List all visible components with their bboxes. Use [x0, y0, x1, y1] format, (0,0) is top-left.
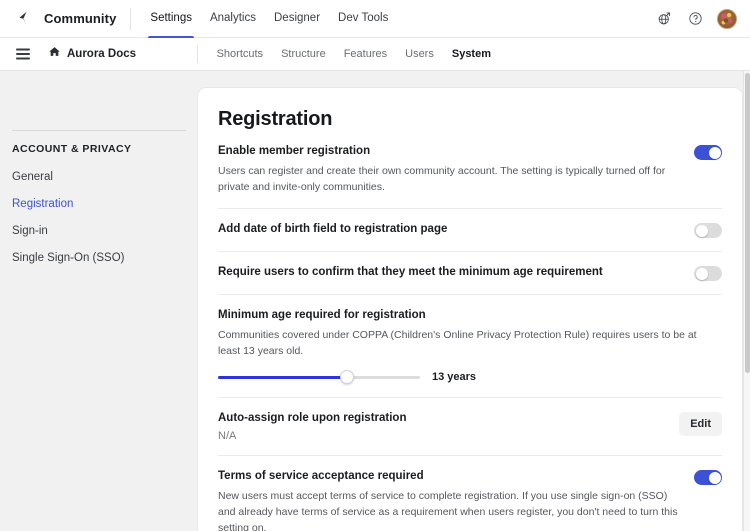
- setting-label: Add date of birth field to registration …: [218, 223, 448, 235]
- tab-designer[interactable]: Designer: [265, 0, 329, 38]
- setting-label: Enable member registration: [218, 145, 371, 157]
- setting-control: [694, 144, 722, 160]
- setting-text: Terms of service acceptance required New…: [218, 469, 694, 531]
- setting-terms-of-service: Terms of service acceptance required New…: [218, 455, 722, 531]
- registration-settings-card: Registration Enable member registration …: [198, 88, 742, 531]
- subnav-item-features[interactable]: Features: [335, 48, 396, 60]
- site-title: Aurora Docs: [67, 48, 137, 60]
- setting-text: Minimum age required for registration Co…: [218, 308, 722, 384]
- slider-thumb[interactable]: [340, 370, 354, 384]
- sidebar-item-sign-in[interactable]: Sign-in: [12, 217, 186, 244]
- setting-text: Require users to confirm that they meet …: [218, 265, 694, 280]
- minimum-age-value: 13 years: [432, 371, 477, 383]
- setting-control: [694, 265, 722, 281]
- setting-label: Terms of service acceptance required: [218, 470, 424, 482]
- toggle-terms-of-service[interactable]: [694, 470, 722, 485]
- page-body: ACCOUNT & PRIVACY General Registration S…: [0, 71, 750, 531]
- hamburger-menu-icon[interactable]: [8, 38, 38, 71]
- toggle-add-date-of-birth-field[interactable]: [694, 223, 722, 238]
- help-circle-icon[interactable]: [686, 9, 705, 28]
- toggle-knob: [695, 224, 708, 237]
- sidebar-section-heading: ACCOUNT & PRIVACY: [12, 143, 132, 155]
- setting-control: [694, 469, 722, 485]
- toggle-require-age-confirmation[interactable]: [694, 266, 722, 281]
- setting-text: Enable member registration Users can reg…: [218, 144, 694, 195]
- topbar-nav: Settings Analytics Designer Dev Tools: [141, 0, 397, 38]
- setting-label: Minimum age required for registration: [218, 309, 426, 321]
- sidebar-item-general[interactable]: General: [12, 163, 186, 190]
- setting-text: Auto-assign role upon registration N/A: [218, 411, 679, 442]
- globe-launch-icon[interactable]: [655, 9, 674, 28]
- setting-label: Auto-assign role upon registration: [218, 412, 407, 424]
- subnav-item-system[interactable]: System: [443, 48, 500, 60]
- origami-arrow-logo-icon[interactable]: [4, 0, 42, 38]
- edit-auto-assign-role-button[interactable]: Edit: [679, 412, 722, 436]
- setting-minimum-age: Minimum age required for registration Co…: [218, 294, 722, 397]
- setting-description: New users must accept terms of service t…: [218, 490, 678, 531]
- page-scrollbar[interactable]: [743, 71, 750, 531]
- subnav-item-users[interactable]: Users: [396, 48, 443, 60]
- site-navigation-bar: Aurora Docs Shortcuts Structure Features…: [0, 38, 750, 71]
- slider-fill: [218, 376, 347, 379]
- topbar-divider: [130, 7, 132, 30]
- scrollbar-thumb[interactable]: [745, 73, 750, 373]
- site-subnav: Shortcuts Structure Features Users Syste…: [197, 38, 750, 71]
- toggle-knob: [695, 267, 708, 280]
- setting-description: Users can register and create their own …: [218, 165, 666, 193]
- tab-analytics[interactable]: Analytics: [201, 0, 265, 38]
- toggle-enable-member-registration[interactable]: [694, 145, 722, 160]
- user-avatar[interactable]: [717, 8, 737, 29]
- top-navigation-bar: Community Settings Analytics Designer De…: [0, 0, 750, 38]
- sidebar-item-registration[interactable]: Registration: [12, 190, 186, 217]
- home-icon: [48, 45, 61, 63]
- settings-sidebar: ACCOUNT & PRIVACY General Registration S…: [0, 71, 198, 531]
- setting-control: [694, 222, 722, 238]
- setting-control: Edit: [679, 411, 722, 436]
- auto-assign-role-value: N/A: [218, 430, 237, 442]
- setting-require-age-confirmation: Require users to confirm that they meet …: [218, 251, 722, 294]
- sidebar-item-single-sign-on[interactable]: Single Sign-On (SSO): [12, 244, 186, 271]
- subnav-item-shortcuts[interactable]: Shortcuts: [208, 48, 272, 60]
- page-title: Registration: [218, 108, 333, 130]
- tab-dev-tools[interactable]: Dev Tools: [329, 0, 397, 38]
- toggle-knob: [708, 146, 721, 159]
- setting-auto-assign-role: Auto-assign role upon registration N/A E…: [218, 397, 722, 455]
- toggle-knob: [708, 471, 721, 484]
- tab-settings[interactable]: Settings: [141, 0, 201, 38]
- site-home-link[interactable]: Aurora Docs: [48, 45, 136, 63]
- brand-name[interactable]: Community: [44, 11, 130, 26]
- setting-add-date-of-birth-field: Add date of birth field to registration …: [218, 208, 722, 251]
- subnav-item-structure[interactable]: Structure: [272, 48, 335, 60]
- minimum-age-slider-wrap: 13 years: [218, 370, 706, 384]
- topbar-actions: [655, 8, 750, 29]
- setting-text: Add date of birth field to registration …: [218, 222, 694, 237]
- minimum-age-slider[interactable]: [218, 370, 420, 384]
- setting-description: Communities covered under COPPA (Childre…: [218, 329, 697, 357]
- app-window: Community Settings Analytics Designer De…: [0, 0, 750, 531]
- setting-label: Require users to confirm that they meet …: [218, 266, 603, 278]
- setting-enable-member-registration: Enable member registration Users can reg…: [218, 141, 722, 208]
